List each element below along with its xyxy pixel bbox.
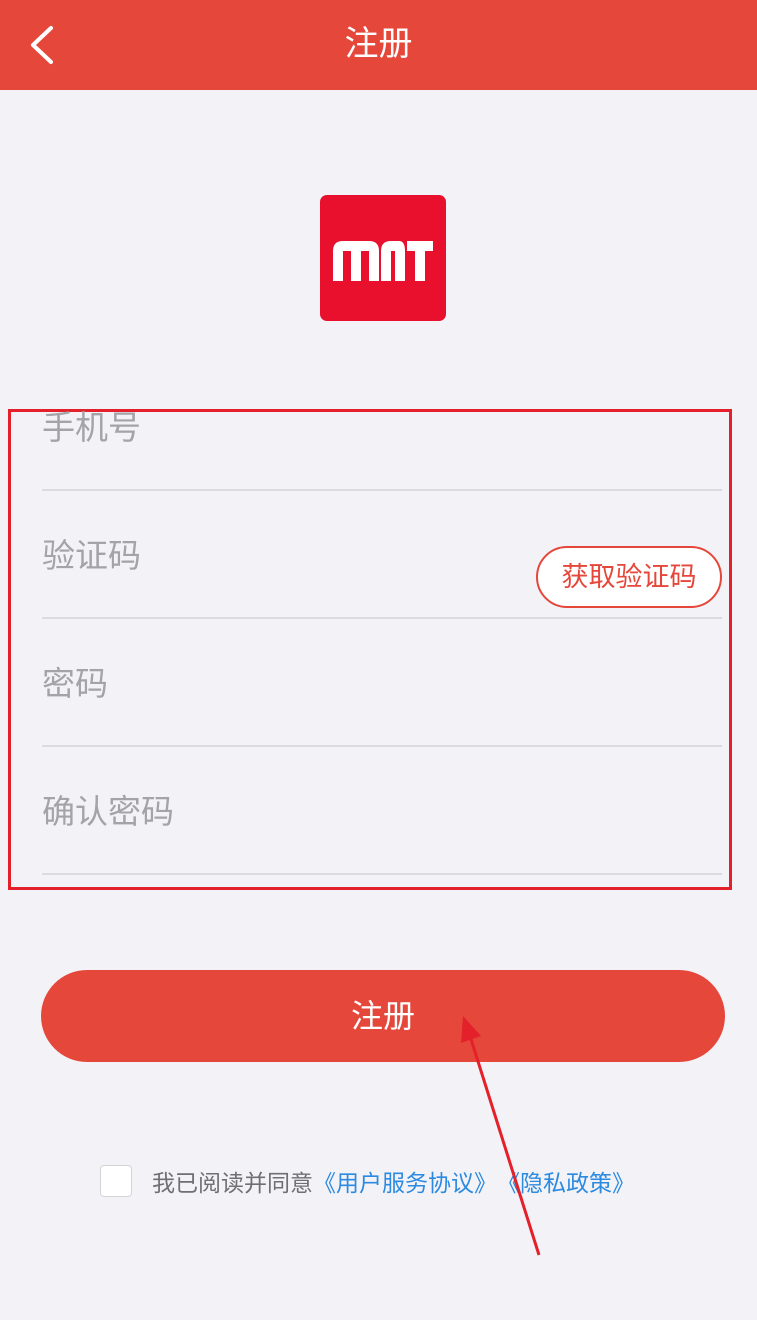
agree-checkbox[interactable] [100, 1165, 132, 1197]
confirm-password-input[interactable] [42, 747, 522, 875]
register-button[interactable]: 注册 [41, 970, 725, 1062]
mt-logo-icon [333, 241, 433, 281]
page-title: 注册 [344, 24, 413, 64]
password-input[interactable] [42, 619, 522, 747]
agreement-row: 我已阅读并同意 《用户服务协议》 《隐私政策》 [100, 1164, 635, 1198]
phone-input[interactable] [42, 363, 522, 491]
privacy-link[interactable]: 《隐私政策》 [497, 1164, 635, 1198]
divider [42, 873, 722, 875]
agreement-text: 我已阅读并同意 [152, 1171, 313, 1197]
app-logo [320, 195, 446, 321]
code-field: 获取验证码 [42, 491, 722, 619]
phone-field [42, 363, 722, 491]
code-input[interactable] [42, 491, 522, 619]
terms-link[interactable]: 《用户服务协议》 [313, 1164, 497, 1198]
password-field [42, 619, 722, 747]
confirm-password-field [42, 747, 722, 875]
get-code-button[interactable]: 获取验证码 [536, 546, 722, 608]
app-header: 注册 [0, 0, 757, 90]
